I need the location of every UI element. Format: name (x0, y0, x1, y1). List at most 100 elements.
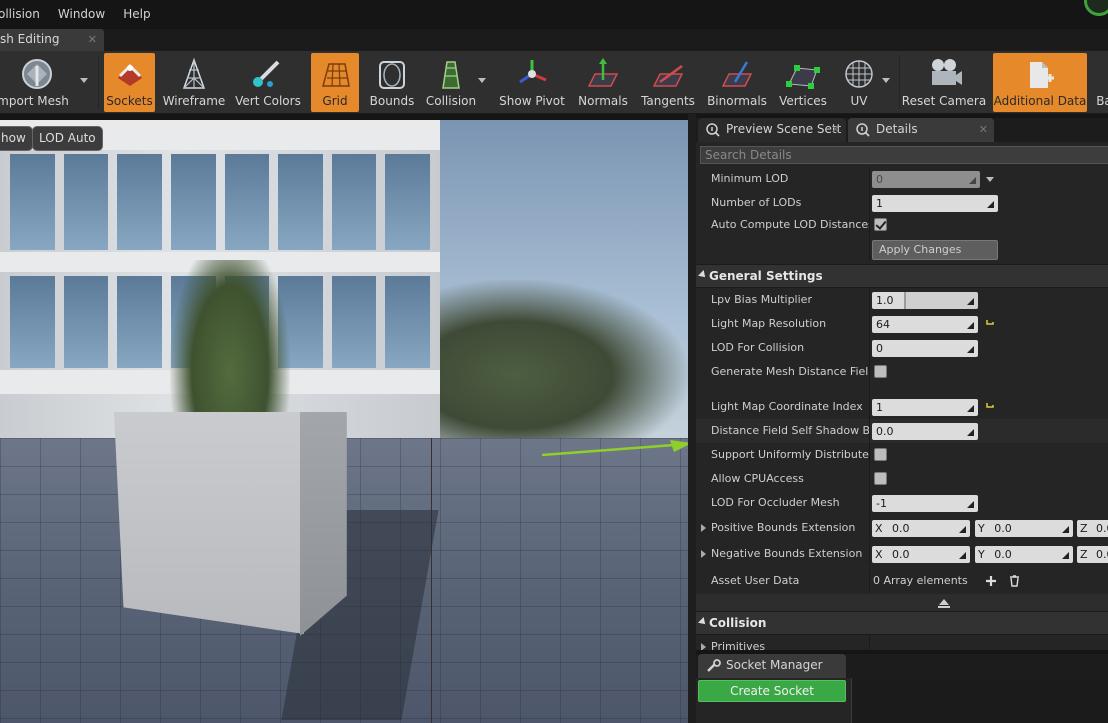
general-settings-section[interactable]: General Settings (696, 264, 1108, 288)
collapse-underline (938, 606, 950, 608)
close-icon[interactable]: ✕ (88, 29, 97, 50)
panel-splitter[interactable] (688, 114, 696, 723)
drag-handle-icon (967, 501, 974, 508)
lod-for-collision-field[interactable]: 0 (872, 340, 978, 357)
lod-for-occluder-mesh-field[interactable]: -1 (872, 495, 978, 512)
additional-data-icon (1030, 62, 1054, 88)
grid-button[interactable]: Grid (311, 53, 359, 112)
menu-bar: ollision Window Help (0, 0, 1108, 29)
status-indicator-icon (1084, 0, 1108, 16)
support-uniformly-distributed-sampling-checkbox[interactable] (874, 448, 887, 461)
positive-bounds-z-field[interactable]: Z 0.0 (1077, 520, 1108, 537)
trash-icon[interactable] (1009, 575, 1020, 587)
drag-handle-icon (969, 177, 976, 184)
allow-cpu-access-checkbox[interactable] (874, 472, 887, 485)
truncated-toolbar-button[interactable]: Ba (1094, 53, 1108, 112)
mesh-viewport[interactable]: how LOD Auto (0, 120, 688, 723)
sockets-button[interactable]: Sockets (104, 53, 155, 112)
tab-socket-manager[interactable]: Socket Manager (698, 654, 846, 678)
menu-collision[interactable]: ollision (0, 0, 49, 29)
collision-dropdown-icon[interactable] (478, 78, 486, 83)
details-panel: Search Details Minimum LOD 0 Number of L… (696, 142, 1108, 650)
show-pivot-button[interactable]: Show Pivot (498, 53, 566, 112)
viewport-axis-line (431, 438, 432, 723)
tangents-icon (652, 64, 684, 87)
menu-help[interactable]: Help (114, 0, 159, 29)
drag-handle-icon (1062, 552, 1069, 559)
import-mesh-icon (22, 59, 52, 89)
property-row: Auto Compute LOD Distances (696, 213, 1108, 237)
import-mesh-dropdown-icon[interactable] (80, 78, 88, 83)
create-socket-button[interactable]: Create Socket (698, 680, 846, 702)
add-element-icon[interactable] (985, 575, 997, 587)
uv-button[interactable]: UV (836, 53, 882, 112)
tab-mesh-editing[interactable]: sh Editing ✕ (0, 29, 104, 51)
additional-data-button[interactable]: Additional Data (993, 53, 1087, 112)
reset-to-default-icon[interactable] (986, 318, 994, 328)
apply-changes-button[interactable]: Apply Changes (872, 240, 998, 260)
info-icon (706, 123, 720, 137)
wireframe-icon (182, 57, 206, 89)
negative-bounds-x-field[interactable]: X 0.0 (872, 546, 970, 563)
property-row: Positive Bounds Extension X 0.0 Y 0.0 Z … (696, 516, 1108, 540)
property-row: Allow CPUAccess (696, 467, 1108, 491)
vertices-icon (786, 65, 820, 89)
light-map-resolution-field[interactable]: 64 (872, 316, 978, 333)
expand-arrow-icon[interactable] (701, 550, 706, 558)
number-of-lods-field[interactable]: 1 (872, 195, 998, 212)
import-mesh-button[interactable]: mport Mesh (0, 53, 72, 112)
tab-preview-scene-settings[interactable]: Preview Scene Sett ✕ (698, 118, 846, 142)
show-menu-button[interactable]: how (0, 126, 33, 151)
collision-section[interactable]: Collision (696, 611, 1108, 635)
collapse-arrow-icon (698, 617, 708, 627)
drag-handle-icon (959, 552, 966, 559)
vertices-button[interactable]: Vertices (776, 53, 830, 112)
property-row: Lpv Bias Multiplier 1.0 (696, 288, 1108, 312)
positive-bounds-x-field[interactable]: X 0.0 (872, 520, 970, 537)
socket-manager-panel: Create Socket (696, 678, 1108, 723)
tangents-button[interactable]: Tangents (638, 53, 698, 112)
lod-auto-button[interactable]: LOD Auto (32, 126, 103, 151)
bounds-button[interactable]: Bounds (366, 53, 418, 112)
advanced-collapse-bar[interactable] (696, 594, 1108, 612)
property-row-spacer (696, 384, 1108, 395)
details-panel-tabs: Preview Scene Sett ✕ Details ✕ (696, 118, 1108, 142)
generate-mesh-distance-field-checkbox[interactable] (874, 365, 887, 378)
reset-to-default-icon[interactable] (986, 401, 994, 411)
property-row: Support Uniformly Distributed S (696, 443, 1108, 467)
expand-arrow-icon[interactable] (701, 524, 706, 532)
collision-icon (442, 61, 460, 89)
wireframe-button[interactable]: Wireframe (162, 53, 226, 112)
drag-handle-icon (959, 526, 966, 533)
light-map-coordinate-index-field[interactable]: 1 (872, 399, 978, 416)
positive-bounds-y-field[interactable]: Y 0.0 (975, 520, 1073, 537)
normals-button[interactable]: Normals (575, 53, 631, 112)
uv-dropdown-icon[interactable] (882, 78, 890, 83)
minimum-lod-dropdown-icon[interactable] (986, 177, 994, 182)
vert-colors-button[interactable]: Vert Colors (234, 53, 302, 112)
auto-compute-lod-checkbox[interactable] (874, 218, 887, 231)
negative-bounds-y-field[interactable]: Y 0.0 (975, 546, 1073, 563)
negative-bounds-z-field[interactable]: Z 0.0 (1077, 546, 1108, 563)
tab-details[interactable]: Details ✕ (848, 118, 994, 142)
reset-camera-button[interactable]: Reset Camera (902, 53, 986, 112)
search-details-input[interactable]: Search Details (700, 146, 1108, 164)
distance-field-self-shadow-bias-field[interactable]: 0.0 (872, 423, 978, 440)
expand-arrow-icon[interactable] (701, 643, 706, 650)
normals-icon (587, 58, 619, 87)
binormals-button[interactable]: Binormals (705, 53, 769, 112)
property-row: Light Map Resolution 64 (696, 312, 1108, 336)
drag-handle-icon (967, 322, 974, 329)
drag-handle-icon (967, 298, 974, 305)
lpv-bias-slider[interactable]: 1.0 (872, 292, 978, 309)
property-row: LOD For Occluder Mesh -1 (696, 491, 1108, 515)
property-row: Light Map Coordinate Index 1 (696, 395, 1108, 419)
close-icon[interactable]: ✕ (831, 118, 840, 141)
drag-handle-icon (967, 405, 974, 412)
building-windows (10, 154, 430, 250)
binormals-icon (721, 61, 753, 87)
close-icon[interactable]: ✕ (979, 118, 988, 141)
drag-handle-icon (987, 201, 994, 208)
menu-window[interactable]: Window (49, 0, 114, 29)
collision-button[interactable]: Collision (423, 53, 479, 112)
